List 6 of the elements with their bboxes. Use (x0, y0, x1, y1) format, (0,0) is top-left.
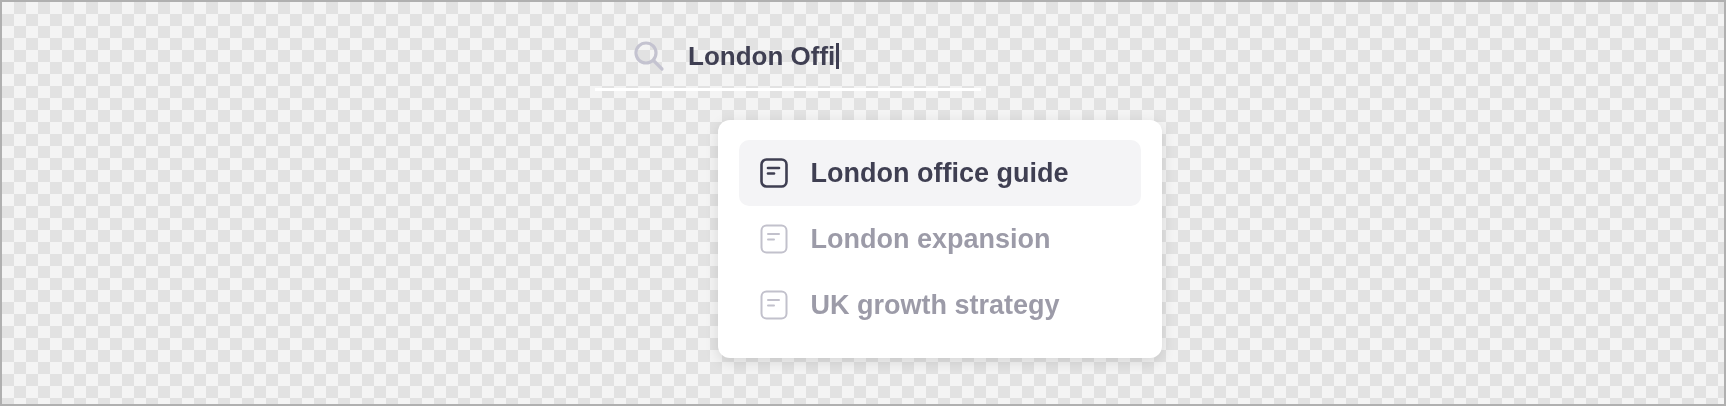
document-icon (759, 224, 788, 254)
search-field[interactable]: London Offi (688, 36, 840, 76)
document-icon (759, 158, 788, 188)
document-icon (759, 290, 788, 320)
result-item[interactable]: London office guide (738, 140, 1141, 206)
search-icon (633, 40, 665, 72)
